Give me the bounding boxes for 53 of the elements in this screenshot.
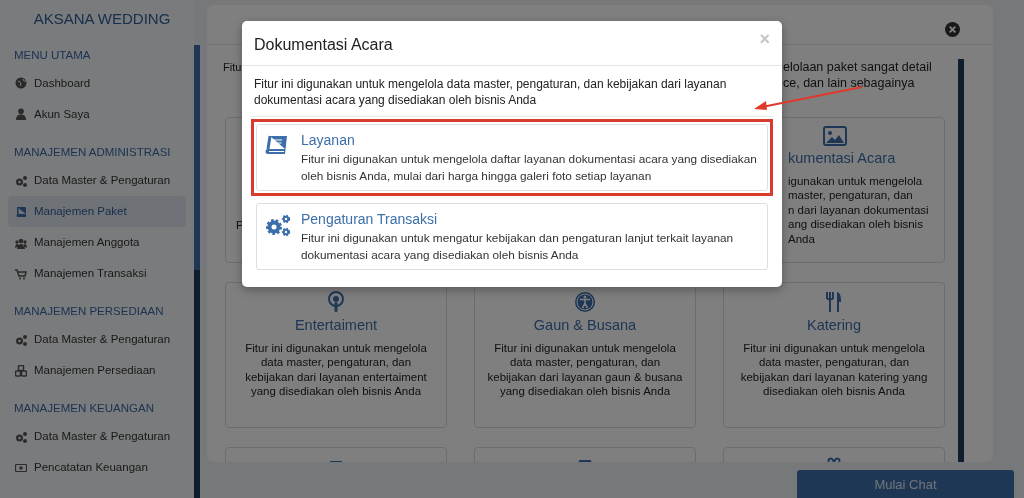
cart-icon xyxy=(15,267,27,280)
card-title: Gaun & Busana xyxy=(532,316,638,335)
gears-icon xyxy=(15,333,27,346)
image-icon xyxy=(823,126,847,146)
modal-title: Dokumentasi Acara xyxy=(254,35,393,55)
card-title: Entertaiment xyxy=(293,316,379,335)
intro-text: elolaan paket sangat detail xyxy=(783,59,933,75)
card-title: kumentasi Acara xyxy=(788,149,897,168)
menu-option[interactable]: Layanan Fitur ini digunakan untuk mengelola daftar layanan dokumentasi acara yang disediakan oleh bisnis Anda, mulai dari harga hingga galeri foto setiap layanan xyxy=(251,119,773,196)
sidebar-item[interactable]: Data Master & Pengaturan xyxy=(8,165,186,196)
option-title: Layanan xyxy=(301,131,356,150)
sidebar-item[interactable]: Data Master & Pengaturan xyxy=(8,421,186,453)
section-heading: MANAJEMEN PERSEDIAAN xyxy=(13,304,165,319)
close-icon xyxy=(945,22,960,37)
card-text: n dari layanan dokumentasi xyxy=(788,202,930,218)
option-title: Pengaturan Transaksi xyxy=(301,210,439,229)
sidebar-item[interactable]: Akun Saya xyxy=(8,98,186,130)
gears-icon xyxy=(15,431,27,443)
card-title: Katering xyxy=(806,316,862,335)
cubes-icon xyxy=(15,364,27,377)
card-text: igunakan untuk mengelola xyxy=(788,173,924,189)
chat-button[interactable]: Mulai Chat xyxy=(797,470,1014,498)
podcast-icon xyxy=(325,291,347,313)
sidebar-item[interactable]: Manajemen Paket xyxy=(8,196,186,227)
gears-icon xyxy=(265,213,291,237)
sidebar-item[interactable]: Manajemen Transaksi xyxy=(8,258,186,289)
sidebar-item[interactable]: Manajemen Anggota xyxy=(8,227,186,258)
sidebar-item[interactable]: Pencatatan Keuangan xyxy=(8,452,186,484)
accessibility-icon xyxy=(574,291,596,313)
users-icon xyxy=(15,236,27,249)
intro-text: ce, dan lain sebagainya xyxy=(783,75,916,91)
card-text: Anda xyxy=(788,231,816,247)
brand-title: AKSANA WEDDING xyxy=(32,9,172,29)
sidebar-item[interactable]: Manajemen Persediaan xyxy=(8,355,186,387)
globe-icon xyxy=(15,77,27,90)
modal-description: Fitur ini digunakan untuk mengelola data master, pengaturan, dan kebijakan dari layanan dokumentasi acara yang disediakan oleh bisnis Anda xyxy=(251,76,773,117)
scrollbar[interactable] xyxy=(958,59,964,462)
money-icon xyxy=(15,462,27,474)
card-text: Fitur ini digunakan untuk mengelola data master, pengaturan, dan kebijakan dari layanan gaun & busana yang disediakan oleh bisnis Anda xyxy=(486,340,684,399)
card-text: ang disediakan oleh bisnis xyxy=(788,217,924,232)
gears-icon xyxy=(15,174,27,187)
feature-card[interactable]: Katering Fitur ini digunakan untuk mengelola data master, pengaturan, dan kebijakan dari layanan katering yang disediakan oleh bisnis Anda xyxy=(723,282,945,428)
sidebar-item[interactable]: Data Master & Pengaturan xyxy=(8,324,186,356)
sidebar-item[interactable]: Dashboard xyxy=(8,67,186,99)
intro-text: Fitu xyxy=(223,61,242,73)
user-icon xyxy=(15,108,27,121)
card-text: Fitur ini digunakan untuk mengelola data master, pengaturan, dan kebijakan dari layanan entertaiment yang disediakan oleh bisnis Anda xyxy=(244,340,428,399)
section-heading: MENU UTAMA xyxy=(13,47,92,63)
section-heading: MANAJEMEN ADMINISTRASI xyxy=(13,144,172,160)
card-text: master, pengaturan, dan xyxy=(788,188,914,203)
section-heading: MANAJEMEN KEUANGAN xyxy=(13,401,155,417)
book-icon xyxy=(15,205,27,218)
card-text: Fitur ini digunakan untuk mengelola data master, pengaturan, dan kebijakan dari layanan katering yang disediakan oleh bisnis Anda xyxy=(739,340,929,399)
